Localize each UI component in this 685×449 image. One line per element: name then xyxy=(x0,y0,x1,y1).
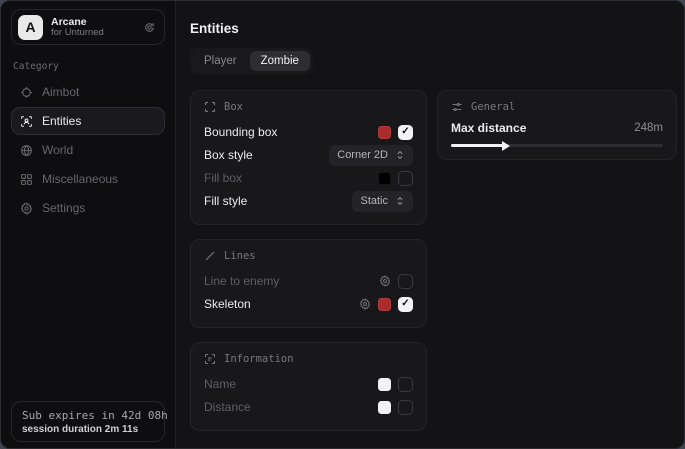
setting-label: Name xyxy=(204,377,236,391)
panel-information-header: Information xyxy=(204,353,413,365)
panels-area: Box Bounding box Box style Cor xyxy=(190,90,677,431)
panel-general: General Max distance 248m xyxy=(437,90,677,160)
panel-box: Box Bounding box Box style Cor xyxy=(190,90,427,225)
max-distance-slider[interactable] xyxy=(451,144,663,147)
scan-person-icon xyxy=(20,115,33,128)
checkbox[interactable] xyxy=(398,297,413,312)
sidebar-item-label: Aimbot xyxy=(42,85,79,99)
crosshair-icon xyxy=(20,86,33,99)
fill-style-dropdown[interactable]: Static xyxy=(352,191,413,212)
gear-icon[interactable] xyxy=(379,275,391,287)
gear-icon[interactable] xyxy=(359,298,371,310)
corners-icon xyxy=(204,101,216,113)
sync-icon[interactable] xyxy=(143,21,156,34)
brand-text: Arcane for Unturned xyxy=(51,16,135,39)
setting-row-fill-style: Fill style Static xyxy=(204,190,413,212)
checkbox[interactable] xyxy=(398,400,413,415)
sidebar-item-label: Miscellaneous xyxy=(42,172,118,186)
panel-title: Lines xyxy=(224,250,256,262)
panel-title: Information xyxy=(224,353,294,365)
sliders-icon xyxy=(451,101,463,113)
dropdown-value: Corner 2D xyxy=(337,149,388,161)
color-swatch[interactable] xyxy=(378,172,391,185)
grid-icon xyxy=(20,173,33,186)
brand-name: Arcane xyxy=(51,16,135,28)
subscription-card: Sub expires in 42d 08h session duration … xyxy=(11,401,165,442)
sidebar-item-label: Entities xyxy=(42,114,81,128)
tab-zombie[interactable]: Zombie xyxy=(250,51,310,71)
main-content: Entities Player Zombie Box xyxy=(176,1,685,448)
setting-label: Fill style xyxy=(204,194,247,208)
dropdown-value: Static xyxy=(360,195,388,207)
color-swatch[interactable] xyxy=(378,126,391,139)
slider-thumb[interactable] xyxy=(502,141,510,151)
panel-information: Information Name Distance xyxy=(190,342,427,431)
setting-label: Distance xyxy=(204,400,251,414)
setting-row-box-style: Box style Corner 2D xyxy=(204,144,413,166)
sidebar: A Arcane for Unturned Category A xyxy=(1,1,176,448)
sidebar-item-label: World xyxy=(42,143,73,157)
panel-title: Box xyxy=(224,101,243,113)
setting-row-fill-box: Fill box xyxy=(204,167,413,189)
sidebar-nav: Aimbot Entities World xyxy=(11,78,165,222)
setting-label: Skeleton xyxy=(204,297,251,311)
brand-subtitle: for Unturned xyxy=(51,28,135,39)
diagonal-line-icon xyxy=(204,250,216,262)
setting-row-distance: Distance xyxy=(204,396,413,418)
color-swatch[interactable] xyxy=(378,401,391,414)
panel-box-header: Box xyxy=(204,101,413,113)
setting-row-name: Name xyxy=(204,373,413,395)
sidebar-item-world[interactable]: World xyxy=(11,136,165,164)
panel-lines: Lines Line to enemy xyxy=(190,239,427,328)
sidebar-item-aimbot[interactable]: Aimbot xyxy=(11,78,165,106)
max-distance-setting: Max distance 248m xyxy=(451,121,663,147)
checkbox[interactable] xyxy=(398,171,413,186)
app-window: A Arcane for Unturned Category A xyxy=(0,0,685,449)
globe-icon xyxy=(20,144,33,157)
color-swatch[interactable] xyxy=(378,298,391,311)
chevron-up-down-icon xyxy=(395,150,405,160)
category-label: Category xyxy=(13,61,163,72)
setting-row-bounding-box: Bounding box xyxy=(204,121,413,143)
checkbox[interactable] xyxy=(398,377,413,392)
right-column: General Max distance 248m xyxy=(437,90,677,160)
setting-label: Line to enemy xyxy=(204,274,279,288)
setting-label: Box style xyxy=(204,148,253,162)
panel-lines-header: Lines xyxy=(204,250,413,262)
slider-label: Max distance xyxy=(451,121,526,135)
sidebar-item-miscellaneous[interactable]: Miscellaneous xyxy=(11,165,165,193)
brand-logo: A xyxy=(18,15,43,40)
brand-card[interactable]: A Arcane for Unturned xyxy=(11,9,165,45)
panel-general-header: General xyxy=(451,101,663,113)
setting-label: Bounding box xyxy=(204,125,277,139)
checkbox[interactable] xyxy=(398,125,413,140)
slider-fill xyxy=(451,144,504,147)
slider-value: 248m xyxy=(634,122,663,134)
panel-title: General xyxy=(471,101,515,113)
left-column: Box Bounding box Box style Cor xyxy=(190,90,427,431)
setting-row-skeleton: Skeleton xyxy=(204,293,413,315)
sub-expires-text: Sub expires in 42d 08h xyxy=(22,409,154,422)
color-swatch[interactable] xyxy=(378,378,391,391)
tab-player[interactable]: Player xyxy=(193,51,248,71)
session-duration-text: session duration 2m 11s xyxy=(22,424,154,435)
gear-icon xyxy=(20,202,33,215)
chevron-up-down-icon xyxy=(395,196,405,206)
tab-group: Player Zombie xyxy=(190,48,313,74)
setting-label: Fill box xyxy=(204,171,242,185)
sidebar-item-settings[interactable]: Settings xyxy=(11,194,165,222)
box-style-dropdown[interactable]: Corner 2D xyxy=(329,145,413,166)
sidebar-item-label: Settings xyxy=(42,201,85,215)
page-title: Entities xyxy=(190,21,677,36)
setting-row-line-to-enemy: Line to enemy xyxy=(204,270,413,292)
checkbox[interactable] xyxy=(398,274,413,289)
sidebar-item-entities[interactable]: Entities xyxy=(11,107,165,135)
scan-text-icon xyxy=(204,353,216,365)
